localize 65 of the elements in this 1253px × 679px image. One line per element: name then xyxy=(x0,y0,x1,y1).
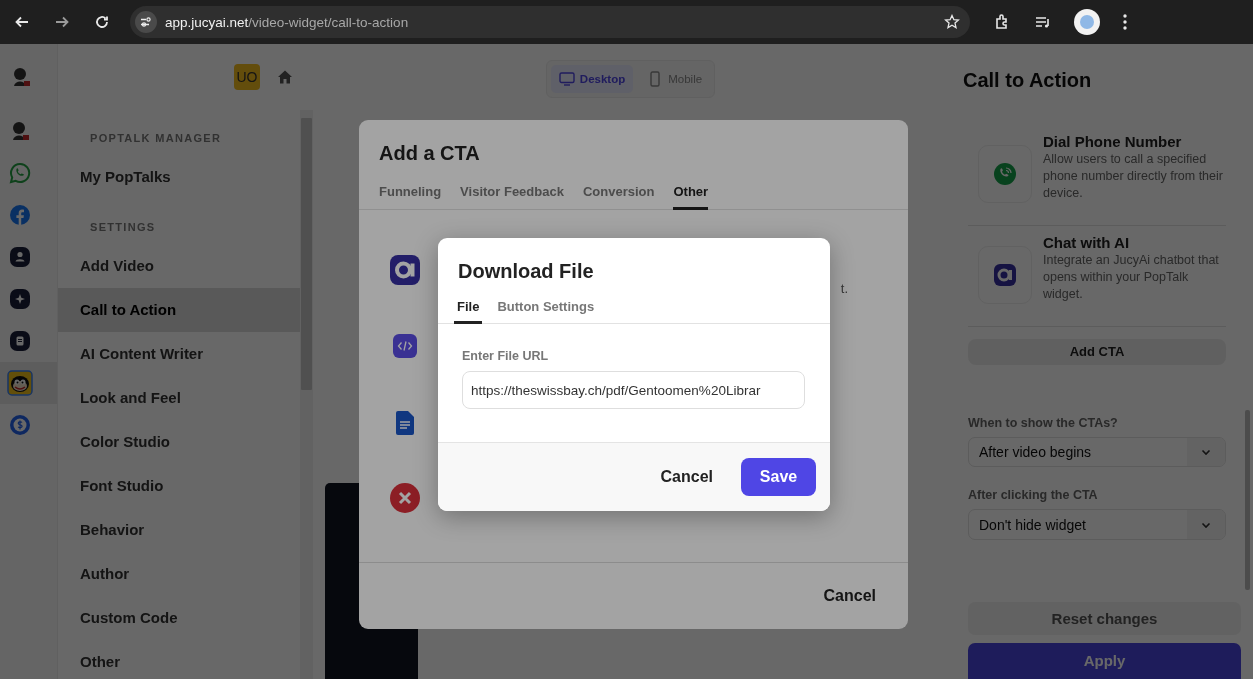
back-icon[interactable] xyxy=(14,14,30,30)
forward-icon[interactable] xyxy=(54,14,70,30)
nav-item[interactable]: Behavior xyxy=(58,508,300,552)
workspace-badge[interactable]: UO xyxy=(234,64,260,90)
close-icon[interactable] xyxy=(389,482,421,514)
dialog-title: Download File xyxy=(457,259,595,284)
rail-button[interactable] xyxy=(0,362,57,404)
nav-item[interactable]: Font Studio xyxy=(58,464,300,508)
nav-item[interactable]: My PopTalks xyxy=(58,155,300,199)
reset-button[interactable]: Reset changes xyxy=(968,602,1241,635)
url-input[interactable]: https://theswissbay.ch/pdf/Gentoomen%20Librar xyxy=(462,371,805,409)
option-description: t. xyxy=(840,280,848,296)
address-bar[interactable]: app.jucyai.net/video-widget/call-to-action xyxy=(130,6,970,38)
bookmark-star-icon[interactable] xyxy=(944,14,960,30)
nav-item[interactable]: AI Content Writer xyxy=(58,332,300,376)
url-text: app.jucyai.net/video-widget/call-to-action xyxy=(165,14,409,30)
tab[interactable]: Button Settings xyxy=(494,299,598,324)
card-description: Allow users to call a specified phone number directly from their device. xyxy=(1043,151,1223,202)
phone-call-icon xyxy=(991,160,1019,188)
ai-chat-icon xyxy=(991,261,1019,289)
site-settings-icon[interactable] xyxy=(135,11,157,33)
select-field[interactable]: After video begins xyxy=(968,437,1226,468)
nav-item[interactable]: Other xyxy=(58,640,300,679)
dollar-icon[interactable] xyxy=(9,414,31,436)
scrollbar-thumb[interactable] xyxy=(1245,410,1250,590)
cancel-button[interactable]: Cancel xyxy=(660,468,713,486)
tab[interactable]: Other xyxy=(673,184,709,210)
field-label: Enter File URL xyxy=(462,348,550,364)
nav-item[interactable]: Look and Feel xyxy=(58,376,300,420)
tab[interactable]: Funneling xyxy=(379,184,442,210)
cancel-button[interactable]: Cancel xyxy=(823,587,876,605)
scrollbar-thumb[interactable] xyxy=(301,118,312,390)
panel-title: Call to Action xyxy=(963,68,1093,93)
nav-item[interactable]: Color Studio xyxy=(58,420,300,464)
view-desktop-button[interactable]: Desktop xyxy=(550,65,634,93)
nav-item[interactable]: Custom Code xyxy=(58,596,300,640)
monitor-icon xyxy=(558,71,575,87)
reload-icon[interactable] xyxy=(94,14,110,30)
card-description: Integrate an JucyAi chatbot that opens within your PopTalk widget. xyxy=(1043,252,1220,303)
facebook-icon[interactable] xyxy=(9,204,31,226)
dialog-title: Add a CTA xyxy=(378,141,481,166)
home-icon[interactable] xyxy=(277,69,293,85)
nav-item[interactable]: Author xyxy=(58,552,300,596)
tab[interactable]: File xyxy=(454,299,483,324)
document-icon[interactable] xyxy=(9,330,31,352)
nav-item[interactable]: Call to Action xyxy=(58,288,300,332)
sparkle-icon[interactable] xyxy=(9,288,31,310)
user-icon[interactable] xyxy=(9,246,31,268)
menu-icon[interactable] xyxy=(1122,13,1128,31)
whatsapp-icon[interactable] xyxy=(9,162,31,184)
apply-button[interactable]: Apply xyxy=(968,643,1241,679)
ai-chat-icon[interactable] xyxy=(389,254,421,286)
card-title: Dial Phone Number xyxy=(1043,133,1183,151)
card-title: Chat with AI xyxy=(1043,234,1131,252)
select-field[interactable]: Don't hide widget xyxy=(968,509,1226,540)
nav-item[interactable]: Add Video xyxy=(58,244,300,288)
tab[interactable]: Conversion xyxy=(582,184,655,210)
save-button[interactable]: Save xyxy=(741,458,816,496)
field-label: After clicking the CTA xyxy=(968,487,1099,504)
tab[interactable]: Visitor Feedback xyxy=(460,184,564,210)
add-cta-button[interactable]: Add CTA xyxy=(968,339,1226,365)
cartoon-cat-icon[interactable] xyxy=(7,370,33,396)
code-icon[interactable] xyxy=(392,333,418,359)
profile-avatar-icon[interactable] xyxy=(1074,9,1100,35)
field-label: When to show the CTAs? xyxy=(968,415,1119,431)
